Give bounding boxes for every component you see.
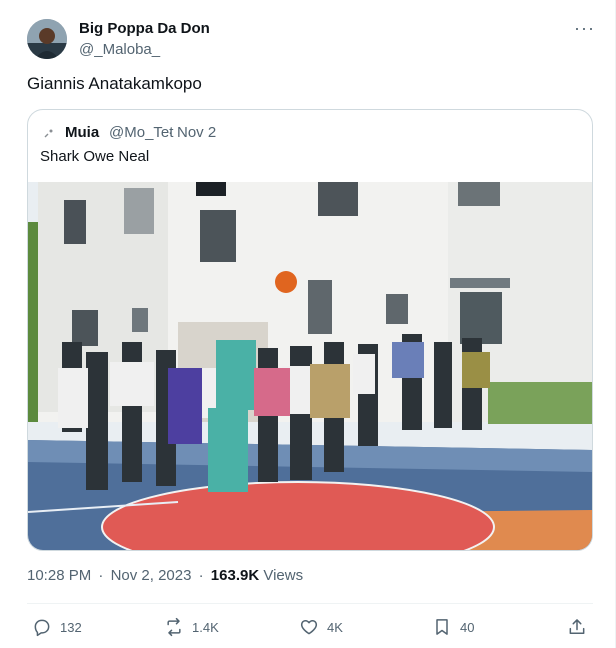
- repost-count: 1.4K: [192, 619, 219, 635]
- author-handle[interactable]: @_Maloba_: [79, 41, 160, 58]
- tweet: Big Poppa Da Don @_Maloba_ ··· Giannis A…: [0, 0, 616, 648]
- repost-button[interactable]: 1.4K: [164, 614, 219, 640]
- share-icon: [569, 619, 585, 634]
- more-icon[interactable]: ···: [574, 18, 595, 39]
- reply-count: 132: [60, 619, 82, 635]
- action-bar: 132 1.4K 4K 40: [27, 614, 593, 640]
- reply-icon: [34, 619, 50, 637]
- quoted-author-handle[interactable]: @Mo_Tet: [109, 124, 173, 141]
- tweet-text: Giannis Anatakamkopo: [27, 74, 202, 93]
- tweet-date[interactable]: Nov 2, 2023: [111, 567, 192, 584]
- quoted-tweet[interactable]: Muia @Mo_Tet · Nov 2 Shark Owe Neal: [27, 109, 593, 551]
- quoted-author-name[interactable]: Muia: [65, 124, 99, 141]
- author-avatar[interactable]: [27, 19, 67, 59]
- repost-icon: [167, 617, 181, 637]
- divider: [27, 603, 593, 604]
- meta-separator: ·: [98, 567, 104, 584]
- tweet-meta: 10:28 PM · Nov 2, 2023 · 163.9K Views: [27, 567, 303, 584]
- bookmark-count: 40: [460, 619, 475, 635]
- like-button[interactable]: 4K: [299, 614, 343, 640]
- heart-icon: [300, 620, 318, 635]
- quoted-text: Shark Owe Neal: [40, 148, 150, 165]
- author-name[interactable]: Big Poppa Da Don: [79, 20, 210, 37]
- like-count: 4K: [327, 619, 343, 635]
- tweet-time[interactable]: 10:28 PM: [27, 567, 91, 584]
- quoted-photo[interactable]: [28, 182, 592, 550]
- share-button[interactable]: [567, 614, 587, 640]
- views-count: 163.9K: [210, 567, 260, 584]
- quoted-date[interactable]: Nov 2: [177, 124, 216, 141]
- bookmark-button[interactable]: 40: [432, 614, 474, 640]
- quoted-avatar-icon: [40, 124, 58, 142]
- views-label: Views: [263, 567, 304, 584]
- meta-separator-2: ·: [198, 567, 204, 584]
- reply-button[interactable]: 132: [32, 614, 82, 640]
- quoted-separator: ·: [168, 124, 173, 141]
- bookmark-icon: [436, 619, 448, 635]
